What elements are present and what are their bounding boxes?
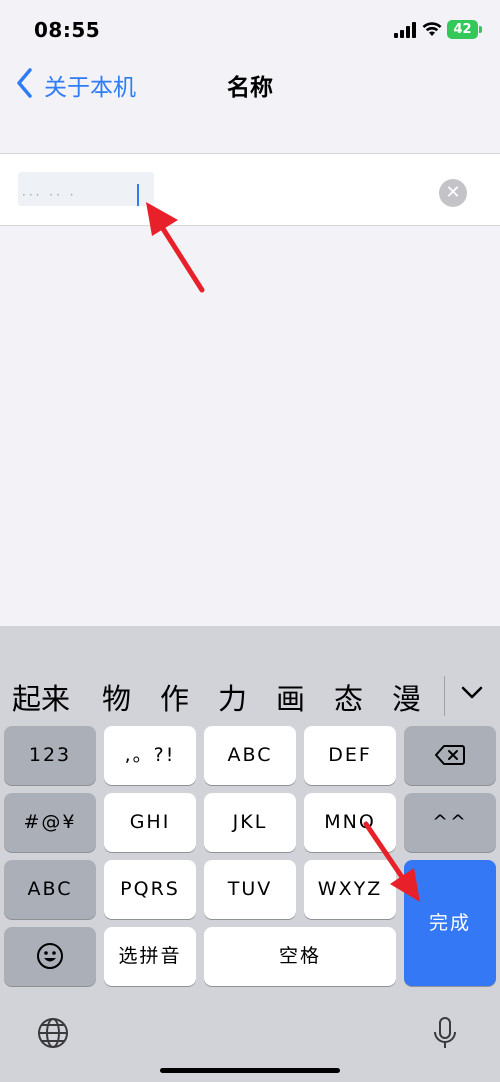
status-bar: 08:55 42 <box>0 0 500 60</box>
candidate-word[interactable]: 态 <box>334 676 363 718</box>
backspace-icon <box>435 745 465 765</box>
key-emoji[interactable] <box>4 927 96 986</box>
key-punctuation[interactable]: ,。?! <box>104 726 196 785</box>
candidate-word[interactable]: 起来 <box>12 676 70 718</box>
key-def[interactable]: DEF <box>304 726 396 785</box>
key-jkl[interactable]: JKL <box>204 793 296 852</box>
battery-tip <box>479 26 482 33</box>
key-pqrs[interactable]: PQRS <box>104 860 196 919</box>
battery-icon: 42 <box>447 20 478 39</box>
wifi-icon <box>422 22 442 36</box>
navigation-bar: 关于本机 名称 <box>0 58 500 108</box>
key-backspace[interactable] <box>404 726 496 785</box>
annotation-arrow-up <box>146 202 205 293</box>
signal-icon <box>394 22 416 38</box>
name-input[interactable] <box>18 168 422 210</box>
emoji-icon <box>37 943 63 969</box>
text-cursor <box>137 184 139 206</box>
key-tuv[interactable]: TUV <box>204 860 296 919</box>
globe-icon[interactable] <box>36 1016 70 1050</box>
home-indicator <box>160 1068 340 1073</box>
candidate-bar: 起来 物 作 力 画 态 漫 <box>0 664 500 724</box>
candidate-word[interactable]: 力 <box>218 676 247 718</box>
candidate-word[interactable]: 物 <box>102 676 131 718</box>
microphone-icon[interactable] <box>430 1016 460 1050</box>
battery-level: 42 <box>453 22 472 37</box>
status-time: 08:55 <box>34 18 101 42</box>
candidate-divider <box>444 676 445 716</box>
candidate-word[interactable]: 画 <box>276 676 305 718</box>
clear-icon[interactable]: ✕ <box>439 179 467 207</box>
page-title: 名称 <box>227 75 273 101</box>
key-space[interactable]: 空格 <box>204 927 396 986</box>
key-select-pinyin[interactable]: 选拼音 <box>104 927 196 986</box>
chevron-down-icon[interactable] <box>459 676 485 710</box>
name-field-container: ··· ·· · ✕ <box>0 153 500 226</box>
annotation-arrow-down <box>363 821 420 902</box>
key-symbols[interactable]: #@¥ <box>4 793 96 852</box>
key-ghi[interactable]: GHI <box>104 793 196 852</box>
candidate-word[interactable]: 作 <box>160 676 189 718</box>
key-abc-switch[interactable]: ABC <box>4 860 96 919</box>
key-123[interactable]: 123 <box>4 726 96 785</box>
candidate-word[interactable]: 漫 <box>392 676 421 718</box>
key-abc[interactable]: ABC <box>204 726 296 785</box>
